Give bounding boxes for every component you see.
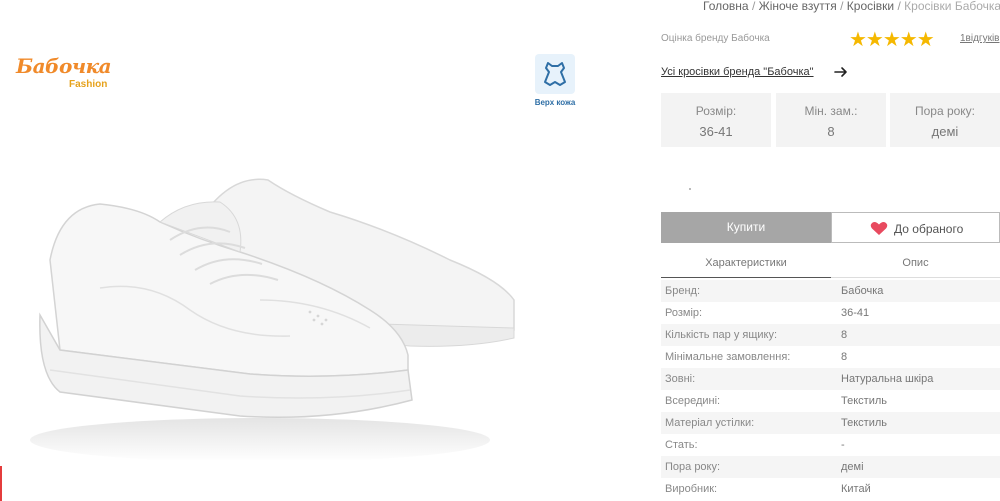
brand-logo-subtitle: Fashion [69, 79, 108, 90]
char-key: Пора року: [665, 461, 721, 473]
rating-stars-icon: ★★★★★ [849, 29, 935, 51]
char-value: 36-41 [841, 307, 870, 319]
brand-logo: Бабочка Fashion [16, 54, 126, 94]
table-row: Виробник: Китай [661, 478, 1000, 500]
char-key: Мінімальне замовлення: [665, 351, 791, 363]
breadcrumb-womens-shoes[interactable]: Жіноче взуття [759, 0, 837, 13]
breadcrumb-sneakers[interactable]: Кросівки [847, 0, 894, 13]
favorite-label: До обраного [894, 222, 964, 236]
breadcrumb-separator: / [751, 0, 756, 13]
char-value: Бабочка [841, 285, 884, 297]
char-key: Розмір: [665, 307, 703, 319]
spec-value: 8 [827, 124, 835, 139]
leather-badge-label: Верх кожа [534, 98, 576, 107]
char-value: 8 [841, 351, 848, 363]
char-value: Текстиль [841, 417, 887, 429]
char-key: Матеріал устілки: [665, 417, 755, 429]
char-value: - [841, 439, 845, 451]
char-key: Стать: [665, 439, 698, 451]
heart-icon [870, 222, 888, 235]
info-tabs: Характеристики Опис [661, 252, 1000, 278]
sneaker-image [30, 178, 515, 460]
table-row: Зовні: Натуральна шкіра [661, 368, 1000, 390]
all-brand-sneakers-link[interactable]: Усі кросівки бренда "Бабочка" [661, 66, 814, 78]
tab-description[interactable]: Опис [831, 252, 1000, 278]
arrow-right-icon[interactable] [833, 64, 849, 80]
char-value: демі [841, 461, 864, 473]
char-value: Текстиль [841, 395, 887, 407]
brand-logo-text: Бабочка [16, 54, 112, 78]
table-row: Розмір: 36-41 [661, 302, 1000, 324]
char-value: Натуральна шкіра [841, 373, 934, 385]
table-row: Бренд: Бабочка [661, 280, 1000, 302]
key-specs: Розмір: 36-41 Мін. зам.: 8 Пора року: де… [661, 93, 1000, 147]
divider-dot [689, 188, 691, 190]
tab-characteristics[interactable]: Характеристики [661, 252, 831, 278]
leather-hide-icon [535, 54, 575, 94]
product-info-panel: Головна / Жіноче взуття / Кросівки / Кро… [661, 0, 1000, 501]
spec-label: Мін. зам.: [804, 104, 858, 118]
brand-rating: Оцінка бренду Бабочка ★★★★★ 1відгуків [661, 29, 1000, 51]
breadcrumb-separator: / [897, 0, 901, 13]
breadcrumb-current: Кросівки Бабочка [904, 0, 1000, 13]
char-value: 8 [841, 329, 848, 341]
table-row: Матеріал устілки: Текстиль [661, 412, 1000, 434]
table-row: Пора року: демі [661, 456, 1000, 478]
breadcrumb-home[interactable]: Головна [703, 0, 749, 13]
spec-value: 36-41 [699, 124, 733, 139]
add-to-favorites-button[interactable]: До обраного [831, 212, 1000, 243]
char-key: Бренд: [665, 285, 701, 297]
table-row: Кількість пар у ящику: 8 [661, 324, 1000, 346]
table-row: Всередині: Текстиль [661, 390, 1000, 412]
reviews-link[interactable]: 1відгуків [960, 33, 1000, 44]
leather-upper-badge: Верх кожа [528, 54, 582, 112]
rating-label: Оцінка бренду Бабочка [661, 33, 770, 44]
table-row: Мінімальне замовлення: 8 [661, 346, 1000, 368]
table-row: Стать: - [661, 434, 1000, 456]
scroll-indicator [0, 466, 2, 501]
char-key: Виробник: [665, 483, 718, 495]
breadcrumb-separator: / [840, 0, 844, 13]
breadcrumb: Головна / Жіноче взуття / Кросівки / Кро… [703, 0, 1000, 13]
spec-value: демі [931, 124, 959, 139]
char-key: Зовні: [665, 373, 696, 385]
char-key: Кількість пар у ящику: [665, 329, 778, 341]
spec-label: Пора року: [914, 104, 976, 118]
product-image-area[interactable]: Бабочка Fashion Верх кожа [0, 0, 640, 501]
spec-size: Розмір: 36-41 [661, 93, 771, 147]
spec-label: Розмір: [695, 104, 737, 118]
characteristics-table: Бренд: Бабочка Розмір: 36-41 Кількість пар… [661, 280, 1000, 500]
char-value: Китай [841, 483, 871, 495]
spec-season: Пора року: демі [890, 93, 1000, 147]
buy-button[interactable]: Купити [661, 212, 831, 243]
char-key: Всередині: [665, 395, 721, 407]
spec-min-order: Мін. зам.: 8 [776, 93, 886, 147]
